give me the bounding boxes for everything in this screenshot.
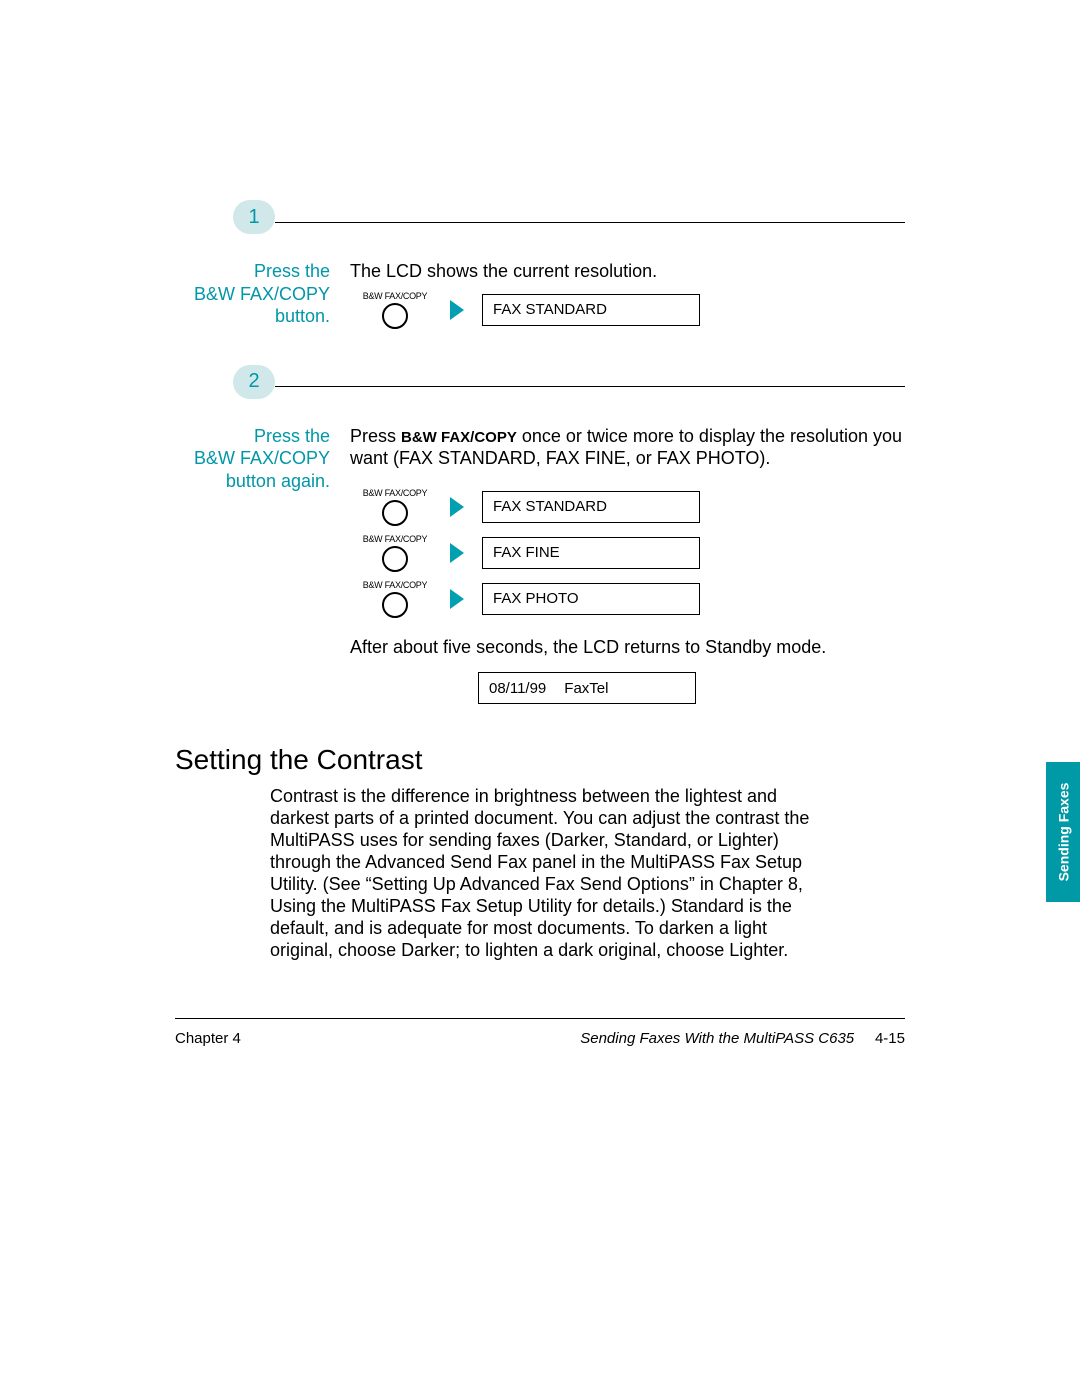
bw-fax-copy-button-icon (382, 500, 408, 526)
button-caption: B&W FAX/COPY (350, 488, 440, 498)
text: Press the (254, 426, 330, 446)
step-1-instruction: Press the B&W FAX/COPY button. (175, 260, 330, 328)
step-1-badge: 1 (233, 200, 275, 234)
lcd-display: FAX FINE (482, 537, 700, 569)
divider-line (275, 222, 905, 223)
lcd-row: B&W FAX/COPY FAX STANDARD (350, 291, 905, 329)
bw-fax-copy-button-icon (382, 303, 408, 329)
standby-mode: FaxTel (564, 680, 608, 697)
arrow-right-icon (450, 497, 464, 517)
button-name-text: B&W FAX/COPY (194, 284, 330, 304)
lcd-display: FAX STANDARD (482, 294, 700, 326)
step-1-row: Press the B&W FAX/COPY button. The LCD s… (175, 260, 905, 335)
lcd-row: B&W FAX/COPY FAX FINE (350, 534, 905, 572)
step-1-header: 1 (175, 200, 905, 242)
step-2-row: Press the B&W FAX/COPY button again. Pre… (175, 425, 905, 705)
step-2-instruction: Press the B&W FAX/COPY button again. (175, 425, 330, 493)
lcd-row: B&W FAX/COPY FAX STANDARD (350, 488, 905, 526)
step-1-description: The LCD shows the current resolution. (350, 260, 905, 283)
footer-divider (175, 1018, 905, 1019)
step-2-after-text: After about five seconds, the LCD return… (350, 636, 905, 659)
footer-page-number: 4-15 (875, 1030, 905, 1047)
bw-fax-copy-button-icon (382, 592, 408, 618)
side-tab: Sending Faxes (1046, 762, 1080, 902)
lcd-display: FAX PHOTO (482, 583, 700, 615)
arrow-right-icon (450, 589, 464, 609)
footer-chapter: Chapter 4 (175, 1030, 241, 1047)
step-2-description: Press B&W FAX/COPY once or twice more to… (350, 425, 905, 470)
text: Press the (254, 261, 330, 281)
arrow-right-icon (450, 543, 464, 563)
step-2-badge: 2 (233, 365, 275, 399)
bw-fax-copy-button-icon (382, 546, 408, 572)
text: Press (350, 426, 401, 446)
button-caption: B&W FAX/COPY (350, 291, 440, 301)
text: button again. (226, 471, 330, 491)
standby-date: 08/11/99 (489, 680, 546, 697)
button-caption: B&W FAX/COPY (350, 534, 440, 544)
button-caption: B&W FAX/COPY (350, 580, 440, 590)
footer-title: Sending Faxes With the MultiPASS C635 (580, 1030, 854, 1047)
text: button. (275, 306, 330, 326)
button-name-text: B&W FAX/COPY (194, 448, 330, 468)
page-content: 1 Press the B&W FAX/COPY button. The LCD… (175, 200, 905, 962)
footer-right: Sending Faxes With the MultiPASS C635 4-… (580, 1030, 905, 1047)
arrow-right-icon (450, 300, 464, 320)
step-2-header: 2 (175, 365, 905, 407)
divider-line (275, 386, 905, 387)
lcd-display: FAX STANDARD (482, 491, 700, 523)
side-tab-label: Sending Faxes (1055, 783, 1071, 882)
bold-text: B&W FAX/COPY (401, 429, 517, 446)
lcd-row: B&W FAX/COPY FAX PHOTO (350, 580, 905, 618)
lcd-standby-display: 08/11/99 FaxTel (478, 672, 696, 704)
contrast-body-text: Contrast is the difference in brightness… (175, 786, 815, 962)
page-footer: Chapter 4 Sending Faxes With the MultiPA… (175, 1030, 905, 1047)
section-heading-contrast: Setting the Contrast (175, 744, 905, 776)
